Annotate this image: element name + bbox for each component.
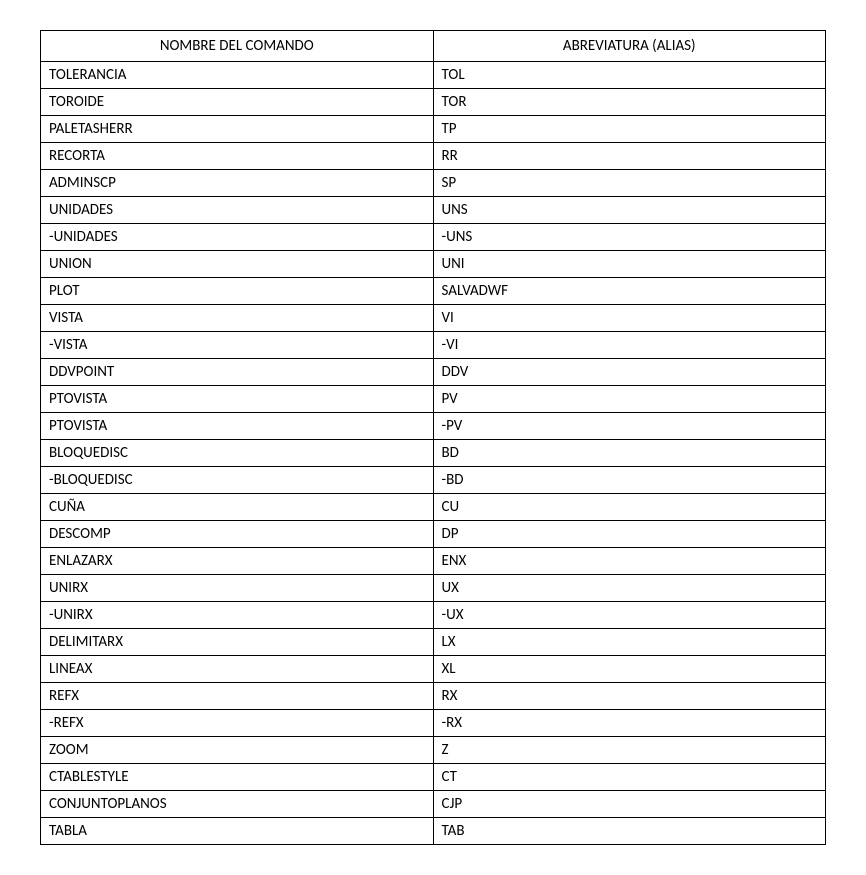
cell-command-name: TOROIDE — [41, 89, 434, 116]
cell-command-alias: -RX — [433, 710, 826, 737]
table-row: ENLAZARXENX — [41, 548, 826, 575]
cell-command-name: VISTA — [41, 305, 434, 332]
cell-command-alias: CU — [433, 494, 826, 521]
cell-command-name: PTOVISTA — [41, 413, 434, 440]
table-row: REFXRX — [41, 683, 826, 710]
cell-command-name: TOLERANCIA — [41, 62, 434, 89]
cell-command-alias: -BD — [433, 467, 826, 494]
table-row: PTOVISTA-PV — [41, 413, 826, 440]
commands-table: NOMBRE DEL COMANDO ABREVIATURA (ALIAS) T… — [40, 30, 826, 845]
cell-command-alias: VI — [433, 305, 826, 332]
table-row: UNIDADESUNS — [41, 197, 826, 224]
table-row: -BLOQUEDISC-BD — [41, 467, 826, 494]
cell-command-alias: RR — [433, 143, 826, 170]
cell-command-alias: -UX — [433, 602, 826, 629]
cell-command-name: PALETASHERR — [41, 116, 434, 143]
table-row: UNIONUNI — [41, 251, 826, 278]
cell-command-name: TABLA — [41, 818, 434, 845]
table-row: CUÑACU — [41, 494, 826, 521]
cell-command-name: CONJUNTOPLANOS — [41, 791, 434, 818]
cell-command-name: DELIMITARX — [41, 629, 434, 656]
cell-command-alias: DP — [433, 521, 826, 548]
cell-command-name: -BLOQUEDISC — [41, 467, 434, 494]
cell-command-alias: UNI — [433, 251, 826, 278]
cell-command-alias: CT — [433, 764, 826, 791]
cell-command-alias: -PV — [433, 413, 826, 440]
cell-command-name: LINEAX — [41, 656, 434, 683]
table-row: TOROIDETOR — [41, 89, 826, 116]
table-row: -REFX-RX — [41, 710, 826, 737]
table-row: DELIMITARXLX — [41, 629, 826, 656]
cell-command-name: -UNIDADES — [41, 224, 434, 251]
cell-command-name: UNIDADES — [41, 197, 434, 224]
cell-command-name: ENLAZARX — [41, 548, 434, 575]
cell-command-alias: -VI — [433, 332, 826, 359]
table-row: BLOQUEDISCBD — [41, 440, 826, 467]
cell-command-name: UNIRX — [41, 575, 434, 602]
cell-command-name: RECORTA — [41, 143, 434, 170]
cell-command-name: ZOOM — [41, 737, 434, 764]
cell-command-alias: UNS — [433, 197, 826, 224]
cell-command-name: ADMINSCP — [41, 170, 434, 197]
cell-command-alias: RX — [433, 683, 826, 710]
cell-command-name: -VISTA — [41, 332, 434, 359]
table-row: LINEAXXL — [41, 656, 826, 683]
cell-command-alias: PV — [433, 386, 826, 413]
cell-command-name: UNION — [41, 251, 434, 278]
cell-command-alias: TAB — [433, 818, 826, 845]
cell-command-alias: LX — [433, 629, 826, 656]
cell-command-alias: TOL — [433, 62, 826, 89]
cell-command-alias: UX — [433, 575, 826, 602]
table-row: -VISTA-VI — [41, 332, 826, 359]
table-row: DDVPOINTDDV — [41, 359, 826, 386]
cell-command-alias: SALVADWF — [433, 278, 826, 305]
cell-command-name: CUÑA — [41, 494, 434, 521]
cell-command-name: REFX — [41, 683, 434, 710]
table-row: PTOVISTAPV — [41, 386, 826, 413]
table-row: PALETASHERRTP — [41, 116, 826, 143]
table-row: ADMINSCPSP — [41, 170, 826, 197]
cell-command-alias: ENX — [433, 548, 826, 575]
table-row: RECORTARR — [41, 143, 826, 170]
cell-command-alias: CJP — [433, 791, 826, 818]
table-row: -UNIDADES-UNS — [41, 224, 826, 251]
table-row: TABLATAB — [41, 818, 826, 845]
table-row: -UNIRX-UX — [41, 602, 826, 629]
table-row: CTABLESTYLECT — [41, 764, 826, 791]
table-row: UNIRXUX — [41, 575, 826, 602]
header-alias: ABREVIATURA (ALIAS) — [433, 31, 826, 62]
table-header-row: NOMBRE DEL COMANDO ABREVIATURA (ALIAS) — [41, 31, 826, 62]
table-row: DESCOMPDP — [41, 521, 826, 548]
cell-command-name: CTABLESTYLE — [41, 764, 434, 791]
cell-command-name: PTOVISTA — [41, 386, 434, 413]
table-row: PLOTSALVADWF — [41, 278, 826, 305]
table-row: CONJUNTOPLANOSCJP — [41, 791, 826, 818]
cell-command-alias: XL — [433, 656, 826, 683]
header-name: NOMBRE DEL COMANDO — [41, 31, 434, 62]
cell-command-name: DDVPOINT — [41, 359, 434, 386]
cell-command-name: -REFX — [41, 710, 434, 737]
cell-command-alias: DDV — [433, 359, 826, 386]
table-row: VISTAVI — [41, 305, 826, 332]
cell-command-name: PLOT — [41, 278, 434, 305]
cell-command-alias: TP — [433, 116, 826, 143]
cell-command-alias: -UNS — [433, 224, 826, 251]
cell-command-alias: Z — [433, 737, 826, 764]
table-row: ZOOMZ — [41, 737, 826, 764]
cell-command-name: -UNIRX — [41, 602, 434, 629]
cell-command-name: DESCOMP — [41, 521, 434, 548]
cell-command-alias: BD — [433, 440, 826, 467]
cell-command-alias: TOR — [433, 89, 826, 116]
cell-command-alias: SP — [433, 170, 826, 197]
table-row: TOLERANCIATOL — [41, 62, 826, 89]
cell-command-name: BLOQUEDISC — [41, 440, 434, 467]
